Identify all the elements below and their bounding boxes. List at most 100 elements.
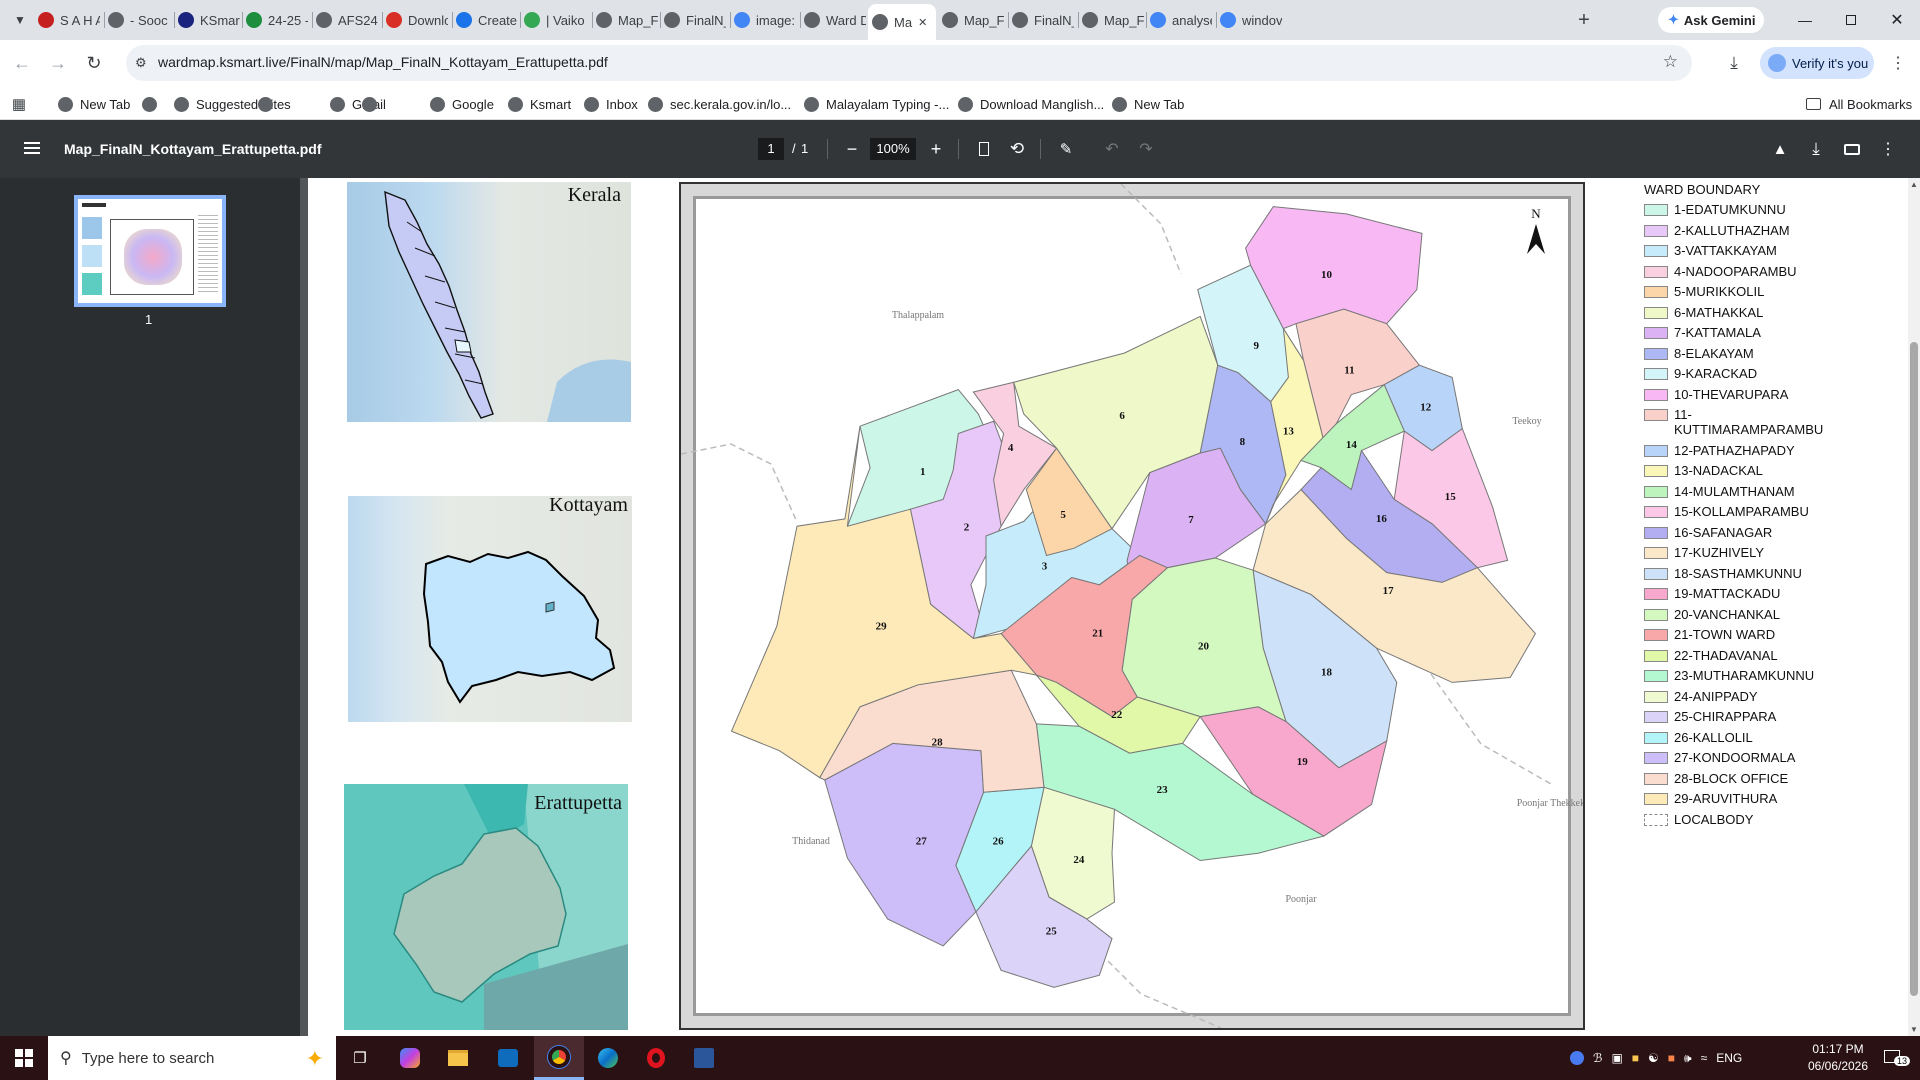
- browser-tab[interactable]: Create: [456, 6, 518, 34]
- browser-tab[interactable]: S A H A: [38, 6, 100, 34]
- browser-tab[interactable]: FinalN_: [1012, 6, 1074, 34]
- verify-profile-button[interactable]: Verify it's you: [1760, 47, 1874, 79]
- annotate-button[interactable]: ✎: [1054, 137, 1078, 161]
- bookmark-item[interactable]: Download Manglish...: [958, 93, 1104, 115]
- notification-button[interactable]: 13: [1882, 1046, 1912, 1070]
- ward-number-label: 11: [1344, 365, 1354, 377]
- browser-tab[interactable]: windov: [1220, 6, 1282, 34]
- start-button[interactable]: [0, 1036, 48, 1080]
- pdf-more-button[interactable]: ⋮: [1878, 137, 1898, 161]
- print-button[interactable]: [1840, 137, 1864, 161]
- browser-tab[interactable]: Ward D: [804, 6, 866, 34]
- fit-page-icon: [979, 142, 989, 156]
- bookmark-item[interactable]: [362, 93, 384, 115]
- language-indicator[interactable]: ENG: [1716, 1051, 1742, 1065]
- bookmark-item[interactable]: Google: [430, 93, 494, 115]
- browser-tab[interactable]: Map_F: [942, 6, 1004, 34]
- zoom-level-input[interactable]: 100%: [870, 138, 916, 160]
- zoom-in-button[interactable]: +: [924, 137, 948, 161]
- scroll-up-arrow[interactable]: ▲: [1910, 180, 1918, 189]
- rotate-button[interactable]: ⟲: [1005, 137, 1029, 161]
- volume-icon[interactable]: 🕪: [1684, 1051, 1692, 1066]
- search-placeholder: Type here to search: [81, 1049, 215, 1067]
- tab-search-button[interactable]: ▼: [8, 8, 32, 32]
- bookmark-star-icon[interactable]: ☆: [1663, 52, 1678, 72]
- bookmark-item[interactable]: Inbox: [584, 93, 638, 115]
- browser-tab[interactable]: - Sooc: [108, 6, 170, 34]
- file-explorer-icon[interactable]: [444, 1044, 472, 1072]
- download-icon[interactable]: ⤓: [1722, 51, 1746, 75]
- apps-grid-icon[interactable]: ▦: [10, 95, 28, 113]
- pdf-viewer[interactable]: Kerala Kottayam Erattupetta N Thalappala…: [300, 178, 1920, 1036]
- bookmark-item[interactable]: New Tab: [1112, 93, 1184, 115]
- wifi-icon[interactable]: ≈: [1701, 1051, 1708, 1065]
- bluetooth-icon[interactable]: ℬ: [1593, 1051, 1602, 1065]
- ask-gemini-button[interactable]: ✦ Ask Gemini: [1658, 7, 1764, 33]
- fit-page-button[interactable]: [972, 137, 996, 161]
- restore-button[interactable]: [1836, 8, 1866, 32]
- site-info-icon[interactable]: ⚙: [135, 55, 147, 71]
- back-button[interactable]: ←: [10, 51, 34, 75]
- all-bookmarks-button[interactable]: All Bookmarks: [1806, 93, 1912, 115]
- bookmark-item[interactable]: sec.kerala.gov.in/lo...: [648, 93, 791, 115]
- taskbar-search-box[interactable]: ⚲ Type here to search ✦: [48, 1036, 336, 1080]
- bookmark-item[interactable]: New Tab: [58, 93, 130, 115]
- undo-button[interactable]: ↶: [1100, 137, 1124, 161]
- browser-tab[interactable]: image:: [734, 6, 796, 34]
- browser-menu-button[interactable]: ⋮: [1888, 51, 1908, 75]
- tray-app-icon[interactable]: [1570, 1051, 1584, 1065]
- scroll-thumb[interactable]: [1910, 342, 1918, 996]
- browser-tab[interactable]: Map_F: [596, 6, 658, 34]
- task-view-icon[interactable]: ❐: [346, 1044, 374, 1072]
- new-tab-button[interactable]: +: [1572, 8, 1596, 32]
- bookmark-item[interactable]: [258, 93, 280, 115]
- tab-divider: [800, 12, 801, 28]
- tab-divider: [520, 12, 521, 28]
- tab-favicon: [524, 12, 540, 28]
- reload-button[interactable]: ↻: [82, 51, 106, 75]
- storage-icon[interactable]: ■: [1668, 1051, 1675, 1065]
- bookmark-item[interactable]: Malayalam Typing -...: [804, 93, 949, 115]
- browser-tab[interactable]: AFS24-: [316, 6, 378, 34]
- word-icon[interactable]: [690, 1044, 718, 1072]
- minimize-button[interactable]: —: [1790, 8, 1820, 32]
- network-icon[interactable]: ☯: [1648, 1051, 1659, 1065]
- page-number-input[interactable]: 1: [758, 138, 784, 160]
- scroll-down-arrow[interactable]: ▼: [1910, 1025, 1918, 1034]
- security-icon[interactable]: ■: [1632, 1051, 1639, 1065]
- ward-number-label: 19: [1297, 756, 1309, 768]
- viewer-scrollbar[interactable]: ▲ ▼: [1908, 178, 1920, 1036]
- browser-tab[interactable]: Map_F: [1082, 6, 1144, 34]
- bookmark-item[interactable]: Ksmart: [508, 93, 571, 115]
- close-window-button[interactable]: ✕: [1882, 8, 1912, 32]
- browser-tab[interactable]: Ma ✕: [868, 4, 936, 40]
- browser-tab[interactable]: FinalN_: [664, 6, 726, 34]
- forward-button[interactable]: →: [46, 51, 70, 75]
- outlook-icon[interactable]: [494, 1044, 522, 1072]
- pdf-menu-icon[interactable]: [24, 142, 40, 154]
- legend-swatch: [1644, 265, 1668, 278]
- page-thumbnail[interactable]: [74, 195, 226, 307]
- url-text[interactable]: wardmap.ksmart.live/FinalN/map/Map_Final…: [158, 54, 608, 70]
- zoom-out-button[interactable]: −: [840, 137, 864, 161]
- drive-save-button[interactable]: ▲: [1768, 137, 1792, 161]
- display-icon[interactable]: ▣: [1611, 1051, 1622, 1065]
- legend-label: 14-MULAMTHANAM: [1674, 483, 1795, 499]
- copilot-icon[interactable]: [396, 1044, 424, 1072]
- browser-tab[interactable]: 24-25 -: [246, 6, 308, 34]
- browser-tab[interactable]: | Vaiko: [524, 6, 586, 34]
- windows-taskbar: ⚲ Type here to search ✦ ❐ ℬ ▣ ■ ☯ ■ 🕪 ≈ …: [0, 1036, 1920, 1080]
- edge-icon[interactable]: [594, 1044, 622, 1072]
- close-tab-icon[interactable]: ✕: [918, 16, 927, 29]
- clock[interactable]: 01:17 PM 06/06/2026: [1796, 1041, 1880, 1075]
- browser-tab[interactable]: Downlo: [386, 6, 448, 34]
- chrome-taskbar-icon[interactable]: [534, 1036, 584, 1080]
- browser-tab[interactable]: KSmart: [178, 6, 240, 34]
- browser-tab[interactable]: analyse: [1150, 6, 1212, 34]
- bookmark-item[interactable]: [142, 93, 164, 115]
- address-bar[interactable]: ⚙ wardmap.ksmart.live/FinalN/map/Map_Fin…: [126, 45, 1692, 81]
- pdf-download-button[interactable]: ⤓: [1804, 137, 1828, 161]
- opera-icon[interactable]: [642, 1044, 670, 1072]
- tab-title: AFS24-: [338, 12, 378, 28]
- redo-button[interactable]: ↷: [1134, 137, 1158, 161]
